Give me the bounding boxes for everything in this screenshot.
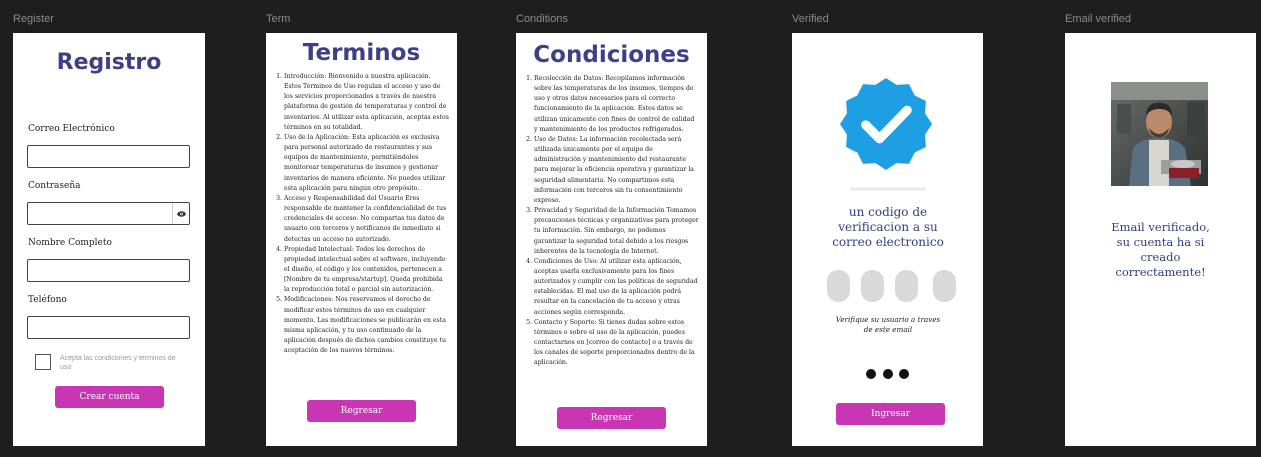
terms-back-button[interactable]: Regresar [307, 400, 416, 422]
email-label: Correo Electrónico [28, 124, 115, 134]
password-field[interactable] [27, 202, 190, 225]
frame-label-conditions: Conditions [516, 13, 568, 25]
accept-terms-label: Acepta las condiciones y terminos de uso [60, 355, 176, 371]
conditions-item: Contacto y Soporte: Si tienes dudas sobr… [534, 318, 699, 369]
full-name-field[interactable] [27, 259, 190, 282]
frame-label-register: Register [13, 13, 54, 25]
phone-field[interactable] [27, 316, 190, 339]
terms-screen: Terminos Introducción: Bienvenido a nues… [266, 33, 457, 446]
terms-item: Modificaciones: Nos reservamos el derech… [284, 295, 449, 356]
create-account-button[interactable]: Crear cuenta [55, 386, 164, 408]
phone-label: Teléfono [28, 295, 67, 305]
terms-list: Introducción: Bienvenido a nuestra aplic… [266, 72, 449, 356]
conditions-title: Condiciones [533, 42, 690, 68]
verification-message: un codigo de verificacion a su correo el… [832, 205, 944, 249]
terms-item: Propiedad Intelectual: Todos los derecho… [284, 245, 449, 296]
terms-title: Terminos [302, 40, 421, 66]
verified-check-icon [840, 78, 932, 170]
register-title: Registro [56, 50, 162, 75]
enter-button[interactable]: Ingresar [836, 403, 945, 425]
otp-digit-1[interactable] [827, 270, 850, 302]
email-verified-message: Email verificado, su cuenta ha si creado… [1111, 220, 1210, 279]
frame-label-verified: Verified [792, 13, 829, 25]
accept-terms-checkbox[interactable] [35, 354, 51, 370]
email-verified-screen: Email verificado, su cuenta ha si creado… [1065, 33, 1256, 446]
conditions-list: Recolección de Datos: Recopilamos inform… [516, 74, 699, 369]
name-label: Nombre Completo [28, 238, 112, 248]
conditions-item: Uso de Datos: La información recolectada… [534, 135, 699, 206]
loading-dot [883, 369, 893, 379]
terms-item: Acceso y Responsabilidad del Usuario Ere… [284, 194, 449, 245]
register-screen: Registro Correo Electrónico Contraseña N… [13, 33, 205, 446]
terms-item: Introducción: Bienvenido a nuestra aplic… [284, 72, 449, 133]
otp-digit-2[interactable] [861, 270, 884, 302]
conditions-item: Privacidad y Seguridad de la Información… [534, 206, 699, 257]
verified-screen: un codigo de verificacion a su correo el… [792, 33, 983, 446]
conditions-item: Condiciones de Uso: Al utilizar esta apl… [534, 257, 699, 318]
password-label: Contraseña [28, 181, 81, 191]
loading-dot [899, 369, 909, 379]
frame-label-term: Term [266, 13, 291, 25]
conditions-item: Recolección de Datos: Recopilamos inform… [534, 74, 699, 135]
terms-item: Uso de la Aplicación: Esta aplicación es… [284, 133, 449, 194]
otp-digit-3[interactable] [895, 270, 918, 302]
chef-photo [1111, 82, 1208, 186]
conditions-back-button[interactable]: Regresar [557, 407, 666, 429]
frame-label-email-verified: Email verified [1065, 13, 1132, 25]
verification-note: Verifique su usuario a traves de este em… [835, 315, 941, 334]
loading-dot [866, 369, 876, 379]
divider [850, 187, 926, 191]
eye-icon[interactable] [172, 203, 189, 224]
email-field[interactable] [27, 145, 190, 168]
otp-digit-4[interactable] [933, 270, 956, 302]
conditions-screen: Condiciones Recolección de Datos: Recopi… [516, 33, 707, 446]
